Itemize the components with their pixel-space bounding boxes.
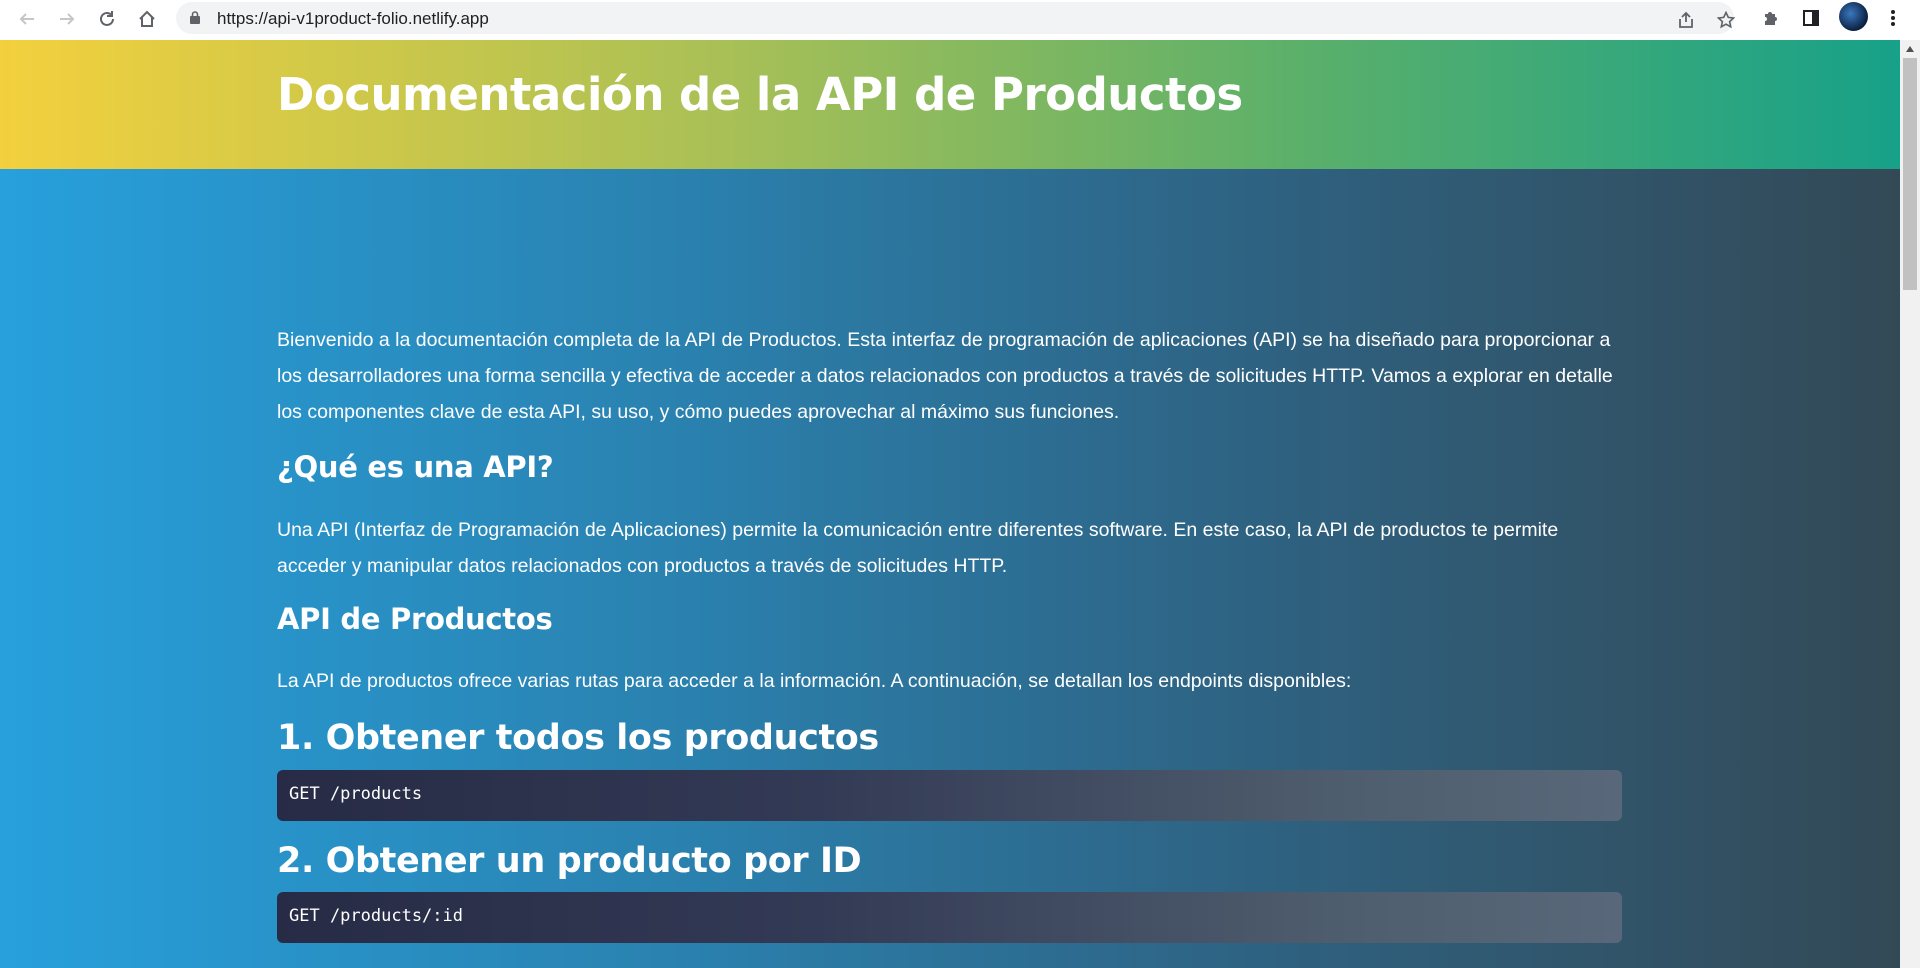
reload-icon xyxy=(100,11,114,26)
share-button[interactable] xyxy=(1674,8,1698,32)
profile-avatar[interactable] xyxy=(1839,2,1868,31)
reload-button[interactable] xyxy=(92,4,122,34)
scrollbar-thumb[interactable] xyxy=(1903,58,1917,290)
intro-paragraph: Bienvenido a la documentación completa d… xyxy=(277,329,1613,423)
side-panel-button[interactable] xyxy=(1799,6,1823,30)
code-text: GET /products xyxy=(289,784,423,804)
code-block-product-by-id: GET /products/:id xyxy=(277,892,1622,943)
scroll-up-arrow-icon[interactable] xyxy=(1906,46,1914,52)
code-text: GET /products/:id xyxy=(289,906,463,926)
kebab-menu-icon xyxy=(1891,10,1895,26)
forward-button[interactable] xyxy=(52,4,82,34)
endpoint-heading-product-by-id: 2. Obtener un producto por ID xyxy=(277,841,862,881)
page-header: Documentación de la API de Productos xyxy=(0,40,1900,169)
star-icon xyxy=(1717,11,1735,29)
url-text[interactable]: https://api-v1product-folio.netlify.app xyxy=(217,9,489,29)
section-heading-what-is-api: ¿Qué es una API? xyxy=(277,450,554,484)
section-text-products-api: La API de productos ofrece varias rutas … xyxy=(277,670,1352,692)
puzzle-icon xyxy=(1765,12,1777,25)
address-bar[interactable]: https://api-v1product-folio.netlify.app xyxy=(176,2,1735,34)
home-button[interactable] xyxy=(132,4,162,34)
section-heading-products-api: API de Productos xyxy=(277,602,553,636)
page-title: Documentación de la API de Productos xyxy=(277,68,1243,121)
back-button[interactable] xyxy=(12,4,42,34)
section-text-what-is-api: Una API (Interfaz de Programación de Apl… xyxy=(277,519,1559,577)
share-icon xyxy=(1679,11,1693,28)
home-icon xyxy=(139,10,155,27)
lock-icon[interactable] xyxy=(190,11,200,24)
code-block-all-products: GET /products xyxy=(277,770,1622,821)
browser-toolbar: https://api-v1product-folio.netlify.app xyxy=(0,0,1920,40)
endpoint-heading-all-products: 1. Obtener todos los productos xyxy=(277,718,879,758)
arrow-left-icon xyxy=(19,13,34,25)
side-panel-icon xyxy=(1803,10,1819,26)
page-content: Documentación de la API de Productos Bie… xyxy=(0,40,1900,968)
menu-button[interactable] xyxy=(1881,6,1905,30)
extensions-button[interactable] xyxy=(1759,6,1783,30)
arrow-right-icon xyxy=(60,13,75,25)
bookmark-button[interactable] xyxy=(1714,8,1738,32)
vertical-scrollbar[interactable] xyxy=(1900,40,1920,968)
